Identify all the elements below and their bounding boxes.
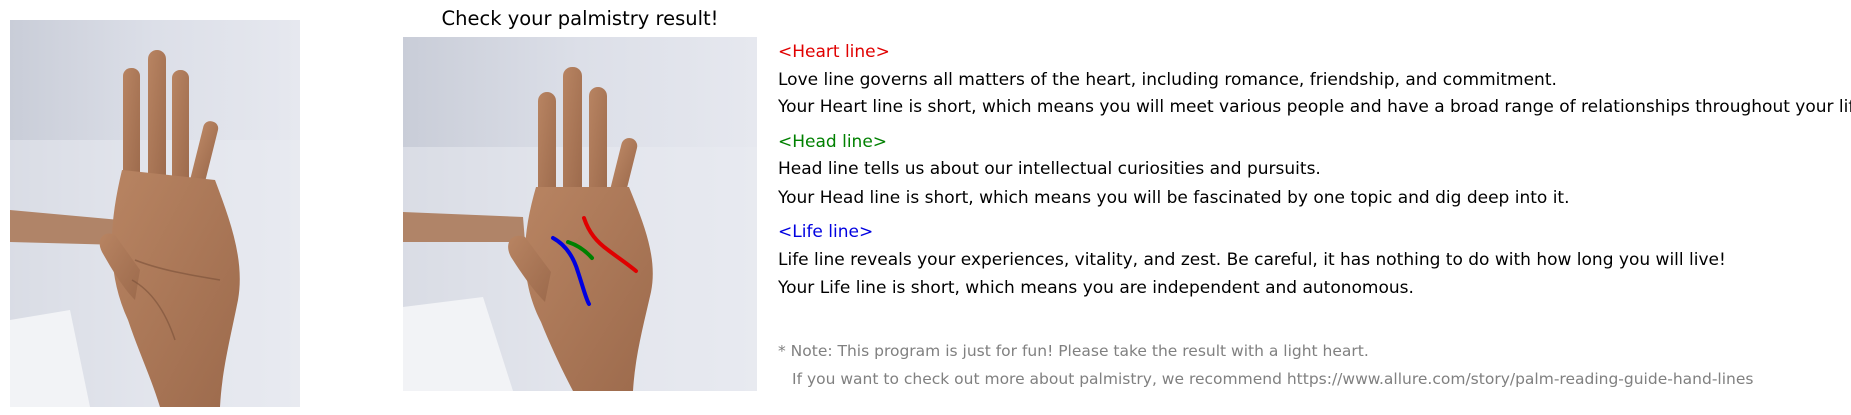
life-line-result: Your Life line is short, which means you… [778,278,1414,298]
heart-line-heading: <Heart line> [778,42,890,62]
heart-line-result: Your Heart line is short, which means yo… [778,97,1851,117]
note-disclaimer: * Note: This program is just for fun! Pl… [778,342,1369,360]
heart-line-description: Love line governs all matters of the hea… [778,70,1557,90]
head-line-heading: <Head line> [778,132,888,152]
result-hand-image [403,37,757,391]
head-line-description: Head line tells us about our intellectua… [778,159,1321,179]
hand-photo-with-palm-lines-icon [403,37,757,391]
life-line-heading: <Life line> [778,222,874,242]
head-line-result: Your Head line is short, which means you… [778,188,1570,208]
original-hand-image [10,20,300,407]
page-title: Check your palmistry result! [441,7,719,30]
hand-photo-icon [10,20,300,407]
life-line-description: Life line reveals your experiences, vita… [778,250,1726,270]
note-reference: If you want to check out more about palm… [792,370,1754,388]
